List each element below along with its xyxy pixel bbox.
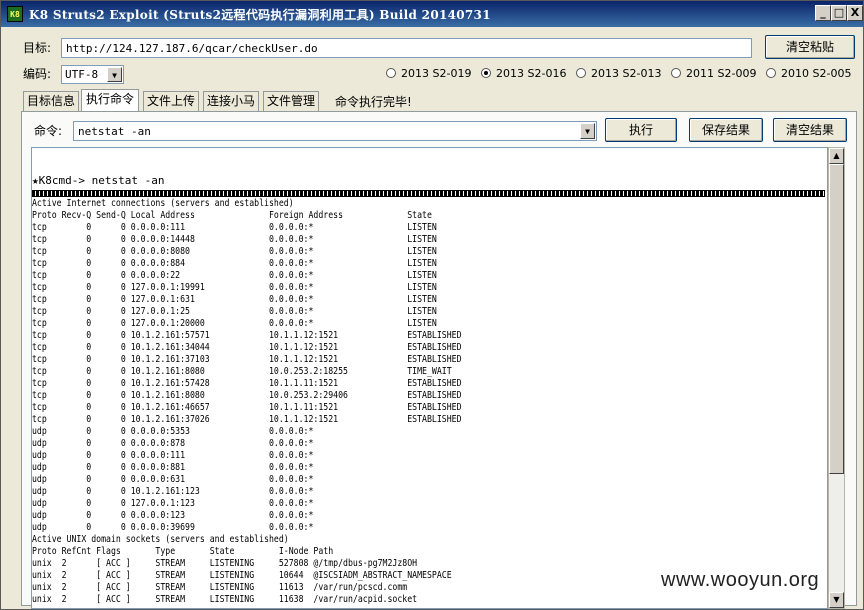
chevron-down-icon[interactable]: ▼: [580, 123, 595, 139]
app-icon: K8: [7, 6, 23, 22]
target-label: 目标:: [23, 41, 52, 55]
window-title: K8 Struts2 Exploit (Struts2远程代码执行漏洞利用工具)…: [29, 8, 491, 22]
output-line: udp 0 0 0.0.0.0:123 0.0.0.0:*: [32, 510, 314, 521]
command-label: 命令:: [34, 124, 63, 138]
radio-dot-icon: [386, 68, 396, 78]
output-line: tcp 0 0 10.1.2.161:34044 10.1.1.12:1521 …: [32, 342, 462, 353]
output-line: tcp 0 0 10.1.2.161:8080 10.0.253.2:18255…: [32, 366, 452, 377]
scroll-thumb[interactable]: [829, 164, 844, 474]
output-line: unix 2 [ ACC ] STREAM LISTENING 527808 @…: [32, 558, 418, 569]
output-line: tcp 0 0 10.1.2.161:57428 10.1.1.11:1521 …: [32, 378, 462, 389]
radio-dot-selected-icon: [481, 68, 491, 78]
output-line: Proto Recv-Q Send-Q Local Address Foreig…: [32, 210, 432, 221]
output-line: tcp 0 0 10.1.2.161:57571 10.1.1.12:1521 …: [32, 330, 462, 341]
execute-button[interactable]: 执行: [605, 118, 677, 142]
save-result-button[interactable]: 保存结果: [689, 118, 763, 142]
output-line: udp 0 0 10.1.2.161:123 0.0.0.0:*: [32, 486, 314, 497]
output-line: tcp 0 0 10.1.2.161:37026 10.1.1.12:1521 …: [32, 414, 462, 425]
encoding-select[interactable]: UTF-8 ▼: [61, 65, 124, 84]
tab-execute-command[interactable]: 执行命令: [81, 89, 139, 111]
output-line: tcp 0 0 0.0.0.0:14448 0.0.0.0:* LISTEN: [32, 234, 437, 245]
output-line: Active Internet connections (servers and…: [32, 198, 294, 209]
output-separator: [32, 190, 825, 197]
output-line: udp 0 0 0.0.0.0:111 0.0.0.0:*: [32, 450, 314, 461]
output-line: tcp 0 0 0.0.0.0:884 0.0.0.0:* LISTEN: [32, 258, 437, 269]
encoding-label: 编码:: [23, 67, 52, 81]
scroll-down-icon[interactable]: ▼: [829, 592, 844, 608]
output-prompt: ★K8cmd-> netstat -an: [32, 174, 165, 187]
output-line: udp 0 0 0.0.0.0:878 0.0.0.0:*: [32, 438, 314, 449]
target-url-input[interactable]: http://124.127.187.6/qcar/checkUser.do: [61, 38, 752, 58]
radio-s2-019[interactable]: 2013 S2-019: [386, 67, 471, 80]
tab-connect-shell[interactable]: 连接小马: [203, 91, 259, 111]
radio-s2-013[interactable]: 2013 S2-013: [576, 67, 661, 80]
radio-s2-009[interactable]: 2011 S2-009: [671, 67, 756, 80]
chevron-down-icon[interactable]: ▼: [107, 67, 122, 82]
tab-file-upload[interactable]: 文件上传: [143, 91, 199, 111]
main-window: K8 K8 Struts2 Exploit (Struts2远程代码执行漏洞利用…: [0, 0, 864, 610]
output-line: tcp 0 0 10.1.2.161:8080 10.0.253.2:29406…: [32, 390, 462, 401]
output-line: udp 0 0 127.0.0.1:123 0.0.0.0:*: [32, 498, 314, 509]
scroll-up-icon[interactable]: ▲: [829, 148, 844, 164]
output-line: tcp 0 0 127.0.0.1:20000 0.0.0.0:* LISTEN: [32, 318, 437, 329]
output-line: Proto RefCnt Flags Type State I-Node Pat…: [32, 546, 334, 557]
output-line: udp 0 0 0.0.0.0:631 0.0.0.0:*: [32, 474, 314, 485]
output-line: tcp 0 0 127.0.0.1:19991 0.0.0.0:* LISTEN: [32, 282, 437, 293]
tab-target-info[interactable]: 目标信息: [23, 91, 79, 111]
radio-dot-icon: [766, 68, 776, 78]
output-line: tcp 0 0 127.0.0.1:631 0.0.0.0:* LISTEN: [32, 294, 437, 305]
output-line: tcp 0 0 10.1.2.161:46657 10.1.1.11:1521 …: [32, 402, 462, 413]
output-line: Active UNIX domain sockets (servers and …: [32, 534, 289, 545]
minimize-button[interactable]: _: [815, 5, 831, 21]
output-line: tcp 0 0 0.0.0.0:8080 0.0.0.0:* LISTEN: [32, 246, 437, 257]
output-lines: Active Internet connections (servers and…: [32, 198, 462, 606]
clear-paste-button[interactable]: 清空粘贴: [765, 35, 855, 59]
close-button[interactable]: X: [847, 5, 863, 21]
radio-s2-005[interactable]: 2010 S2-005: [766, 67, 851, 80]
output-line: tcp 0 0 10.1.2.161:37103 10.1.1.12:1521 …: [32, 354, 462, 365]
output-scrollbar[interactable]: ▲ ▼: [828, 147, 845, 609]
output-line: udp 0 0 0.0.0.0:881 0.0.0.0:*: [32, 462, 314, 473]
output-line: udp 0 0 0.0.0.0:39699 0.0.0.0:*: [32, 522, 314, 533]
encoding-value: UTF-8: [65, 68, 99, 81]
output-line: unix 2 [ ACC ] STREAM LISTENING 11638 /v…: [32, 594, 418, 605]
output-line: unix 2 [ ACC ] STREAM LISTENING 10644 @I…: [32, 570, 452, 581]
command-value: netstat -an: [78, 125, 151, 138]
output-line: tcp 0 0 0.0.0.0:111 0.0.0.0:* LISTEN: [32, 222, 437, 233]
watermark: www.wooyun.org: [657, 569, 824, 592]
title-bar[interactable]: K8 K8 Struts2 Exploit (Struts2远程代码执行漏洞利用…: [1, 1, 863, 27]
radio-dot-icon: [576, 68, 586, 78]
radio-dot-icon: [671, 68, 681, 78]
status-message: 命令执行完毕!: [335, 95, 412, 109]
output-line: udp 0 0 0.0.0.0:5353 0.0.0.0:*: [32, 426, 314, 437]
output-textarea[interactable]: ★K8cmd-> netstat -an Active Internet con…: [31, 147, 828, 609]
output-line: tcp 0 0 127.0.0.1:25 0.0.0.0:* LISTEN: [32, 306, 437, 317]
output-line: unix 2 [ ACC ] STREAM LISTENING 11613 /v…: [32, 582, 408, 593]
output-line: tcp 0 0 0.0.0.0:22 0.0.0.0:* LISTEN: [32, 270, 437, 281]
clear-result-button[interactable]: 清空结果: [773, 118, 847, 142]
command-input[interactable]: netstat -an ▼: [73, 121, 597, 141]
maximize-button[interactable]: □: [831, 5, 847, 21]
radio-s2-016[interactable]: 2013 S2-016: [481, 67, 566, 80]
tab-file-manager[interactable]: 文件管理: [263, 91, 319, 111]
